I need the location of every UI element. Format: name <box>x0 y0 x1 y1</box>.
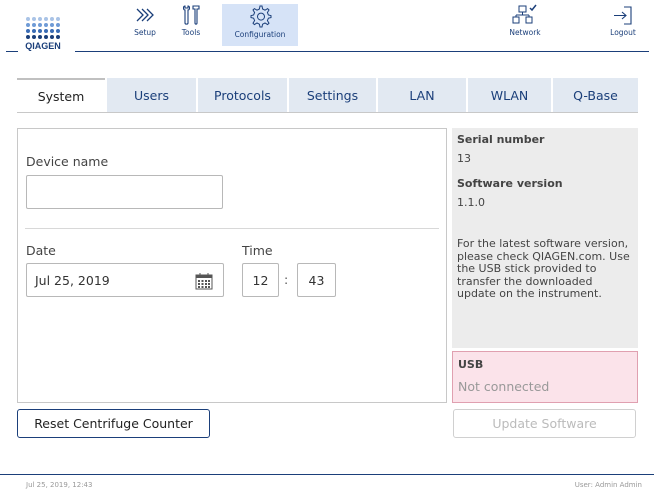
update-note: For the latest software version, please … <box>457 237 630 300</box>
tab-users[interactable]: Users <box>107 78 196 112</box>
date-label: Date <box>26 243 56 258</box>
device-name-input[interactable] <box>26 175 223 209</box>
usb-status-value: Not connected <box>458 379 550 394</box>
footer-datetime: Jul 25, 2019, 12:43 <box>26 481 93 489</box>
tools-button[interactable]: Tools <box>174 4 208 46</box>
tools-label: Tools <box>181 28 201 37</box>
tab-label: System <box>37 88 85 104</box>
tab-protocols[interactable]: Protocols <box>198 78 287 112</box>
time-hour-value: 12 <box>252 272 269 288</box>
tab-label: WLAN <box>490 87 529 103</box>
date-value: Jul 25, 2019 <box>35 272 110 288</box>
header-rule-right <box>75 51 649 52</box>
logout-button[interactable]: Logout <box>604 4 642 46</box>
tab-system[interactable]: System <box>17 78 105 112</box>
update-software-button[interactable]: Update Software <box>453 409 636 438</box>
serial-number-label: Serial number <box>457 133 545 146</box>
device-name-label: Device name <box>26 154 109 169</box>
reset-centrifuge-counter-button[interactable]: Reset Centrifuge Counter <box>17 409 210 438</box>
device-info-panel: Serial number 13 Software version 1.1.0 … <box>452 128 638 348</box>
logo-text: QIAGEN <box>25 41 61 51</box>
network-label: Network <box>509 28 541 37</box>
footer-user: User: Admin Admin <box>574 481 642 489</box>
tab-bar: System Users Protocols Settings LAN WLAN… <box>17 78 638 112</box>
tab-underline <box>17 112 638 113</box>
tab-label: Users <box>133 87 169 103</box>
usb-label: USB <box>458 358 484 371</box>
footer-rule <box>0 474 654 475</box>
reset-button-label: Reset Centrifuge Counter <box>34 416 193 431</box>
date-input[interactable]: Jul 25, 2019 <box>26 263 224 297</box>
calendar-icon[interactable] <box>195 272 213 293</box>
top-bar: QIAGEN Setup Tools Configuration Network… <box>0 0 654 62</box>
configuration-label: Configuration <box>234 30 286 39</box>
tab-settings[interactable]: Settings <box>289 78 376 112</box>
tab-label: Settings <box>306 87 359 103</box>
serial-number-value: 13 <box>457 152 471 165</box>
software-version-value: 1.1.0 <box>457 196 485 209</box>
chevrons-right-icon <box>136 8 154 22</box>
network-button[interactable]: Network <box>500 4 550 46</box>
tab-label: LAN <box>409 87 435 103</box>
qiagen-logo: QIAGEN <box>20 13 68 53</box>
gear-icon <box>250 5 272 28</box>
form-divider <box>25 228 439 229</box>
network-icon <box>512 4 537 24</box>
update-button-label: Update Software <box>492 416 597 431</box>
tab-wlan[interactable]: WLAN <box>468 78 551 112</box>
tab-label: Q-Base <box>573 87 618 103</box>
time-minute-input[interactable]: 43 <box>297 263 336 297</box>
tab-q-base[interactable]: Q-Base <box>553 78 638 112</box>
time-hour-input[interactable]: 12 <box>242 263 279 297</box>
time-minute-value: 43 <box>308 272 325 288</box>
usb-status-panel: USB Not connected <box>452 351 638 403</box>
setup-label: Setup <box>134 28 156 37</box>
time-separator: : <box>284 272 289 287</box>
time-label: Time <box>242 243 273 258</box>
logout-label: Logout <box>610 28 636 37</box>
tools-icon <box>182 5 200 25</box>
setup-button[interactable]: Setup <box>124 4 166 46</box>
logout-icon <box>614 6 632 25</box>
configuration-button[interactable]: Configuration <box>222 4 298 46</box>
tab-lan[interactable]: LAN <box>378 78 466 112</box>
tab-label: Protocols <box>214 87 271 103</box>
software-version-label: Software version <box>457 177 563 190</box>
header-rule-left <box>6 51 18 52</box>
